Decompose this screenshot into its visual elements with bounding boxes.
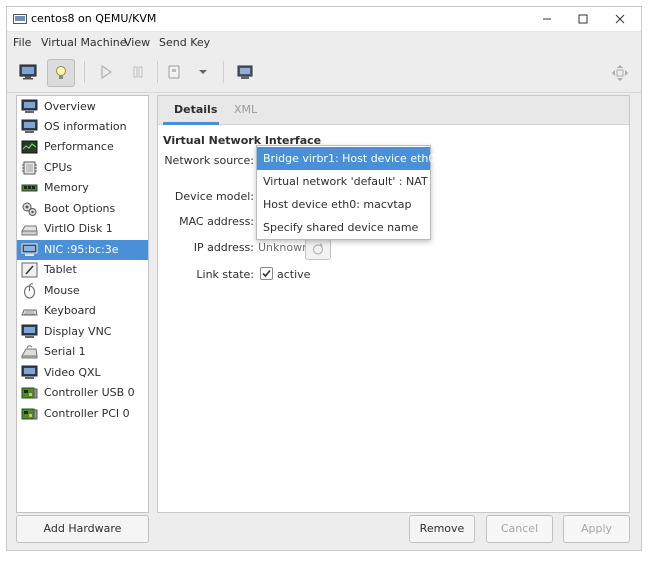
- sidebar-item-tablet[interactable]: Tablet: [17, 260, 148, 280]
- dropdown-option-macvtap[interactable]: Host device eth0: macvtap: [257, 193, 430, 216]
- sidebar-item-video-qxl[interactable]: Video QXL: [17, 363, 148, 383]
- apply-button[interactable]: Apply: [563, 515, 630, 543]
- mac-address-label: MAC address:: [179, 215, 254, 228]
- run-button[interactable]: [92, 59, 120, 87]
- monitor-icon: [21, 99, 38, 115]
- play-icon: [92, 64, 120, 80]
- monitor-icon: [21, 365, 38, 381]
- console-button[interactable]: [14, 59, 42, 87]
- snapshot-icon: [231, 64, 259, 80]
- sidebar-item-os-information[interactable]: OS information: [17, 117, 148, 137]
- gears-icon: [21, 201, 38, 217]
- fullscreen-icon: [606, 64, 634, 82]
- performance-icon: [21, 139, 38, 155]
- title-bar: centos8 on QEMU/KVM: [7, 7, 641, 32]
- dropdown-arrow-icon: [189, 64, 217, 80]
- dropdown-option-shared-device[interactable]: Specify shared device name: [257, 216, 430, 239]
- tab-details[interactable]: Details: [174, 103, 217, 116]
- sidebar-item-controller-usb-0[interactable]: Controller USB 0: [17, 383, 148, 403]
- dropdown-option-virtual-network-default[interactable]: Virtual network 'default' : NAT: [257, 170, 430, 193]
- controller-icon: [21, 406, 38, 422]
- device-model-label: Device model:: [174, 190, 254, 203]
- sidebar-item-controller-pci-0[interactable]: Controller PCI 0: [17, 404, 148, 424]
- sidebar-item-memory[interactable]: Memory: [17, 178, 148, 198]
- sidebar-item-mouse[interactable]: Mouse: [17, 281, 148, 301]
- hardware-list: Overview OS information Performance CPUs…: [16, 95, 149, 513]
- sidebar-item-overview[interactable]: Overview: [17, 97, 148, 117]
- keyboard-icon: [21, 303, 38, 319]
- ip-address-label: IP address:: [193, 241, 254, 254]
- tab-bar: Details XML: [158, 96, 629, 125]
- power-icon: [160, 64, 188, 80]
- sidebar-item-cpus[interactable]: CPUs: [17, 158, 148, 178]
- tab-xml[interactable]: XML: [234, 103, 257, 116]
- sidebar-item-boot-options[interactable]: Boot Options: [17, 199, 148, 219]
- mouse-icon: [21, 283, 38, 299]
- monitor-icon: [21, 324, 38, 340]
- fullscreen-button[interactable]: [606, 59, 634, 87]
- details-button[interactable]: [47, 59, 75, 87]
- menu-virtual-machine[interactable]: Virtual Machine: [41, 36, 127, 49]
- sidebar-item-display-vnc[interactable]: Display VNC: [17, 322, 148, 342]
- checkmark-icon: [261, 269, 272, 282]
- shutdown-button[interactable]: [160, 59, 188, 87]
- tablet-icon: [21, 262, 38, 278]
- link-state-value: active: [277, 268, 311, 281]
- link-state-checkbox[interactable]: [260, 267, 273, 280]
- refresh-ip-button[interactable]: [305, 239, 331, 260]
- pause-icon: [124, 64, 152, 80]
- serial-icon: [21, 344, 38, 360]
- toolbar: [7, 53, 641, 93]
- cancel-button[interactable]: Cancel: [486, 515, 553, 543]
- dropdown-option-bridge-virbr1[interactable]: Bridge virbr1: Host device eth0: [257, 147, 435, 170]
- sidebar-item-nic[interactable]: NIC :95:bc:3e: [17, 240, 148, 260]
- active-tab-indicator: [163, 122, 219, 125]
- refresh-icon: [306, 243, 330, 262]
- remove-button[interactable]: Remove: [409, 515, 475, 543]
- maximize-button[interactable]: [573, 10, 593, 28]
- close-button[interactable]: [610, 10, 630, 28]
- lightbulb-icon: [48, 65, 74, 81]
- snapshot-button[interactable]: [231, 59, 259, 87]
- sidebar-item-keyboard[interactable]: Keyboard: [17, 301, 148, 321]
- minimize-button[interactable]: [537, 10, 557, 28]
- toolbar-separator: [157, 61, 158, 83]
- network-source-dropdown: Bridge virbr1: Host device eth0 Virtual …: [256, 145, 435, 240]
- window-title: centos8 on QEMU/KVM: [31, 12, 157, 25]
- menu-bar: File Virtual Machine View Send Key: [7, 33, 641, 53]
- menu-view[interactable]: View: [124, 36, 150, 49]
- nic-icon: [21, 242, 38, 258]
- vm-window: centos8 on QEMU/KVM File Virtual Machine…: [6, 6, 642, 551]
- toolbar-separator: [84, 61, 85, 83]
- monitor-icon: [21, 119, 38, 135]
- sidebar-item-serial-1[interactable]: Serial 1: [17, 342, 148, 362]
- disk-icon: [21, 221, 38, 237]
- link-state-label: Link state:: [196, 268, 254, 281]
- menu-file[interactable]: File: [13, 36, 31, 49]
- shutdown-menu-button[interactable]: [189, 59, 217, 87]
- vm-app-icon: [13, 14, 27, 24]
- pause-button[interactable]: [124, 59, 152, 87]
- controller-icon: [21, 385, 38, 401]
- menu-send-key[interactable]: Send Key: [159, 36, 210, 49]
- add-hardware-button[interactable]: Add Hardware: [16, 515, 149, 543]
- cpu-icon: [21, 160, 38, 176]
- sidebar-item-virtio-disk-1[interactable]: VirtIO Disk 1: [17, 219, 148, 239]
- sidebar-item-performance[interactable]: Performance: [17, 137, 148, 157]
- memory-icon: [21, 180, 38, 196]
- network-source-label: Network source:: [164, 154, 254, 167]
- toolbar-separator: [223, 61, 224, 83]
- monitor-icon: [14, 64, 42, 80]
- ip-address-value: Unknown: [258, 241, 310, 254]
